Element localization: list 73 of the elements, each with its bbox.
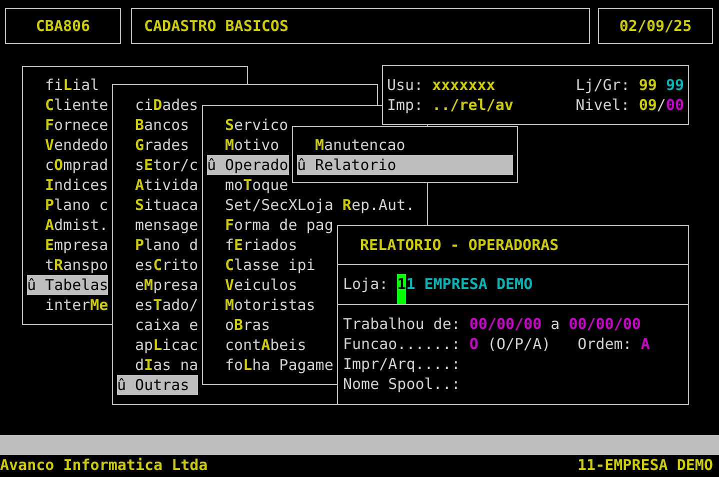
menu-item[interactable]: esTado/ [117, 295, 198, 315]
choice-value[interactable]: A [640, 334, 650, 354]
field-label: Nivel: [576, 95, 630, 115]
menu-item[interactable]: apLicac [117, 335, 198, 355]
field-label: Usu: [387, 75, 424, 95]
store-value: 99 [638, 75, 657, 95]
menu-item[interactable]: oBras [207, 315, 270, 335]
menu-item[interactable]: caixa e [117, 315, 198, 335]
menu-item[interactable]: û Tabelas [27, 275, 108, 295]
menu-item[interactable]: esC rito [117, 255, 198, 275]
menu-item[interactable]: interMe [27, 295, 108, 315]
options-hint: (O/P/A) [487, 334, 551, 354]
dialog-title: RELATORIO - OPERADORAS [360, 236, 559, 254]
menu-item[interactable]: Indices [27, 175, 108, 195]
menu-item[interactable]: ciDades [117, 95, 198, 115]
field-label: Ordem: [578, 334, 632, 354]
menu-item[interactable]: Motoristas [207, 295, 316, 315]
field-label: Nome Spool..: [343, 374, 460, 394]
date-value[interactable]: 00/00/00 [568, 314, 641, 334]
menu-item[interactable]: Classe ipi [207, 255, 316, 275]
menu-item[interactable]: Grades [117, 135, 190, 155]
menu-item[interactable]: sEtor/c [117, 155, 198, 175]
menu-item[interactable]: Motivo [207, 135, 280, 155]
group-value: 99 [666, 75, 684, 95]
printer-value: ../rel/av [432, 95, 514, 115]
menu-item[interactable]: Plano c [27, 195, 108, 215]
choice-value[interactable]: O [469, 334, 478, 354]
menu-item[interactable]: Forma de pag [207, 215, 334, 235]
date-text: 02/09/25 [619, 16, 692, 36]
menu-item[interactable]: Situaca [117, 195, 198, 215]
menu-item[interactable]: fiLial [27, 75, 100, 95]
program-code: CBA806 [36, 16, 90, 36]
menu-item[interactable]: tRanspo [27, 255, 108, 275]
user-value: xxxxxxx [432, 75, 496, 95]
menu-item[interactable]: contAbeis [207, 335, 306, 355]
screen-title: CADASTRO BASICOS [144, 16, 288, 36]
menu-item[interactable]: Fornece [27, 115, 108, 135]
menu-item[interactable]: Cliente [27, 95, 108, 115]
menu-item[interactable]: Bancos [117, 115, 190, 135]
menu-item[interactable]: fE riados [207, 235, 298, 255]
level-value: 00 [666, 95, 684, 115]
level-separator: / [656, 95, 666, 115]
menu-item[interactable]: Empresa [27, 235, 108, 255]
company-name: Avanco Informatica Ltda [0, 455, 208, 475]
text-cursor: 1 [397, 274, 406, 304]
menu-item[interactable]: cOmprad [27, 155, 108, 175]
field-label: Funcao......: [343, 334, 460, 354]
store-name: 1 EMPRESA DEMO [406, 274, 533, 295]
field-label: Impr/Arq....: [343, 354, 460, 374]
menu-item[interactable]: mensage [117, 215, 198, 235]
menu-item[interactable]: û Relatorio [297, 155, 513, 175]
menu-item[interactable]: Veiculos [207, 275, 298, 295]
menu-item[interactable]: û Operado [207, 155, 289, 175]
range-separator: a [550, 314, 560, 334]
field-label: Loja: [343, 274, 388, 295]
menu-item[interactable]: Ativida [117, 175, 198, 195]
menu-item[interactable]: Plano d [117, 235, 198, 255]
date-value[interactable]: 00/00/00 [469, 314, 542, 334]
menu-item[interactable]: Servico [207, 115, 288, 135]
field-label: Imp: [387, 95, 424, 115]
menu-item[interactable]: foLha Pagame [207, 355, 334, 375]
menu-item[interactable]: dIas na [117, 355, 198, 375]
menu-item[interactable]: û Outras [117, 375, 198, 395]
menu-item[interactable]: Manutencao [297, 135, 406, 155]
field-label: Trabalhou de: [343, 314, 460, 334]
menu-item[interactable]: Vendedo [27, 135, 108, 155]
menu-item[interactable]: Admist. [27, 215, 108, 235]
level-value: 09 [638, 95, 657, 115]
menu-item[interactable]: Set/SecXLoja Rep.Aut. [207, 195, 415, 215]
field-label: Lj/Gr: [576, 75, 630, 95]
store-name: 11-EMPRESA DEMO [578, 455, 713, 475]
menu-item[interactable]: eMpresa [117, 275, 198, 295]
menu-item[interactable]: moToque [207, 175, 288, 195]
